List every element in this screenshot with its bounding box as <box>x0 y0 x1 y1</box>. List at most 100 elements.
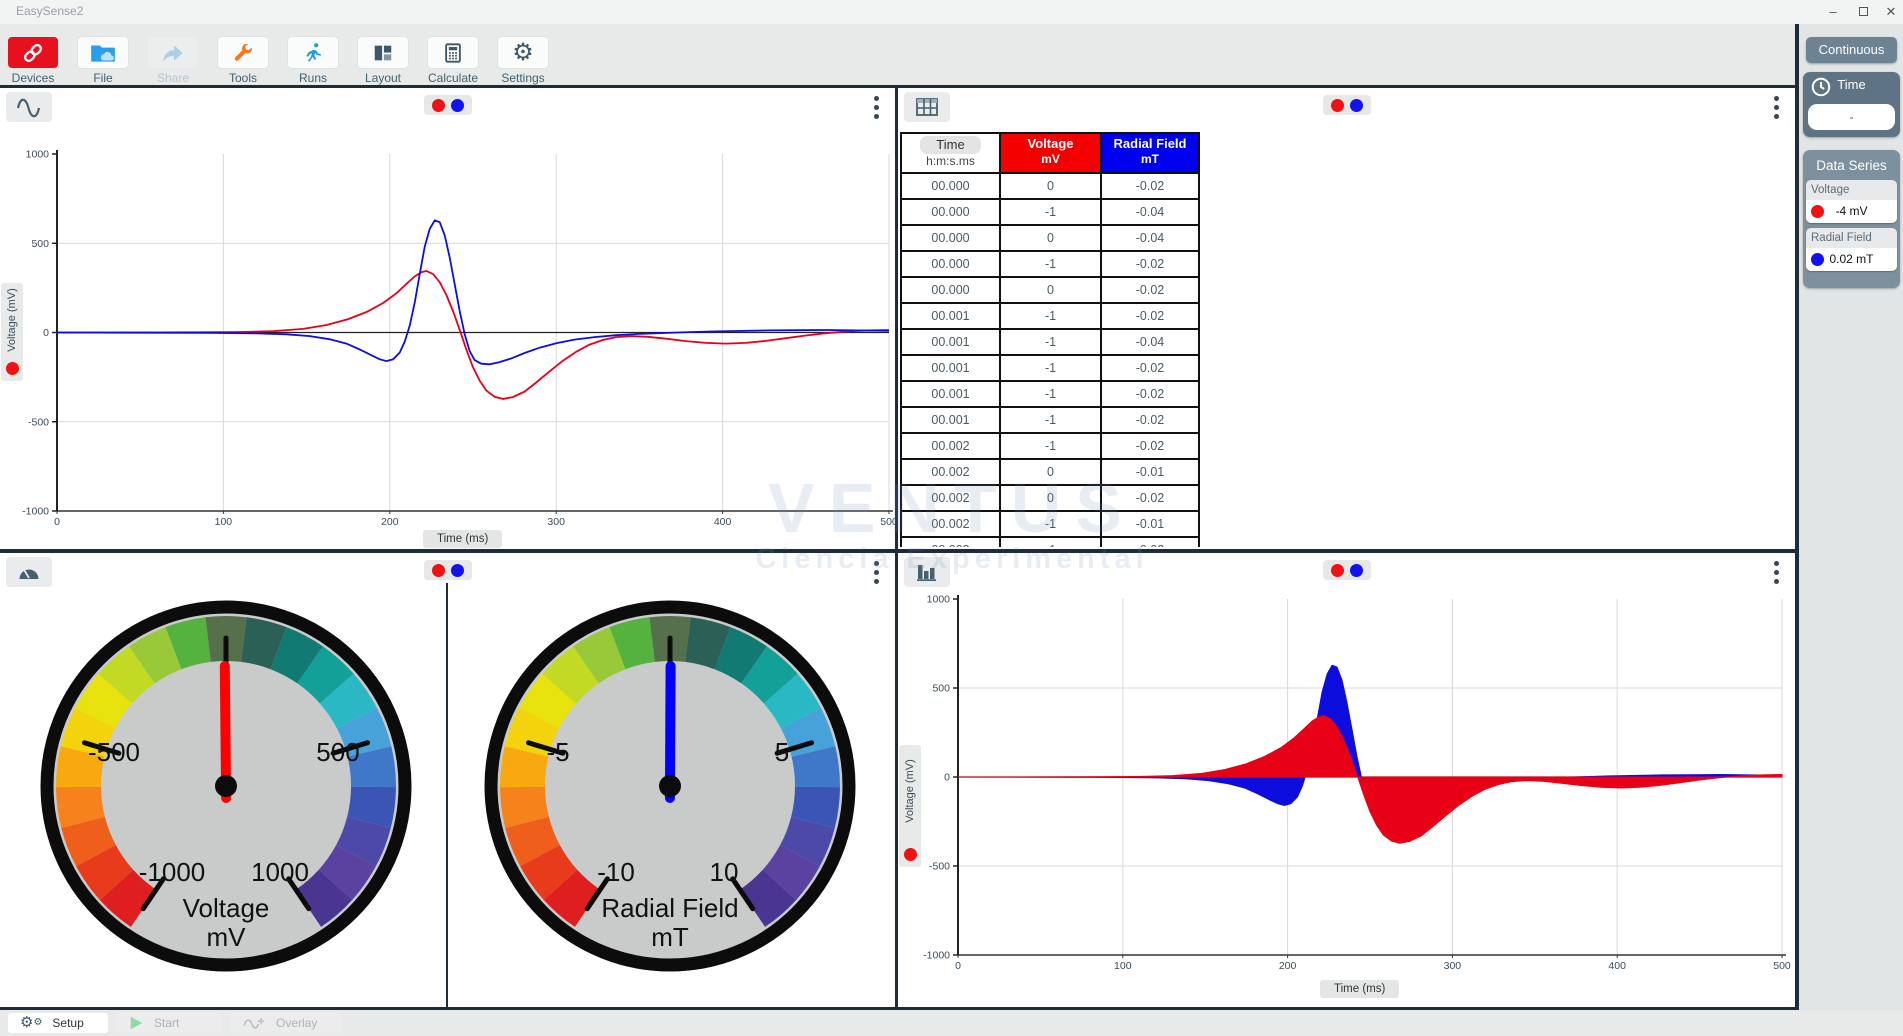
runner-icon <box>288 37 338 68</box>
runs-button[interactable]: Runs <box>278 37 348 85</box>
minimize-button[interactable]: – <box>1818 0 1848 24</box>
graph-type-button[interactable] <box>6 92 52 122</box>
setup-gears-icon: ⚙⚙ <box>20 1014 42 1032</box>
table-cell: -0.02 <box>1102 382 1198 408</box>
setup-button[interactable]: ⚙⚙ Setup <box>8 1013 108 1033</box>
bar-chart-icon <box>914 561 940 583</box>
panel-menu-button[interactable] <box>1771 96 1781 119</box>
gauge-type-button[interactable] <box>6 557 52 587</box>
table-column-voltage-header[interactable]: VoltagemV <box>1001 134 1102 174</box>
radial-field-series-dot-icon <box>1350 564 1363 577</box>
data-series-item-radial-field[interactable]: Radial Field 0.02 mT <box>1806 228 1897 271</box>
voltage-series-dot-icon <box>432 99 445 112</box>
table-cell: -0.04 <box>1102 330 1198 356</box>
start-button[interactable]: Start <box>116 1013 222 1033</box>
x-axis-title: Time (ms) <box>1320 980 1399 998</box>
table-row: 00.001-1-0.04 <box>902 330 1198 356</box>
sidebar: Continuous Time - Data Series Voltage -4… <box>1799 24 1903 1010</box>
svg-text:-500: -500 <box>88 737 140 767</box>
maximize-button[interactable] <box>1848 0 1878 24</box>
close-button[interactable]: ✕ <box>1876 0 1903 24</box>
table-cell: -1 <box>1001 382 1102 408</box>
continuous-mode-button[interactable]: Continuous <box>1806 37 1897 63</box>
table-row: 00.003-1-0.02 <box>902 538 1198 547</box>
panel-menu-button[interactable] <box>871 561 881 584</box>
data-series-item-voltage[interactable]: Voltage -4 mV <box>1806 180 1897 223</box>
radial-field-series-dot-icon <box>451 99 464 112</box>
table-cell: -0.02 <box>1102 278 1198 304</box>
share-arrow-icon <box>148 37 198 68</box>
radial-field-series-dot-icon <box>451 564 464 577</box>
svg-text:500: 500 <box>1773 960 1791 972</box>
tools-button[interactable]: Tools <box>208 37 278 85</box>
play-icon <box>128 1015 144 1031</box>
table-column-radial-field-header[interactable]: Radial FieldmT <box>1102 134 1198 174</box>
svg-text:400: 400 <box>1608 960 1626 972</box>
series-line-radial-field <box>57 220 889 364</box>
table-cell: 00.001 <box>902 330 1001 356</box>
share-button[interactable]: Share <box>138 37 208 85</box>
table-cell: -0.01 <box>1102 512 1198 538</box>
panel-menu-button[interactable] <box>871 96 881 119</box>
titlebar: EasySense2 – ✕ <box>0 0 1903 24</box>
table-cell: 00.002 <box>902 486 1001 512</box>
table-cell: 00.003 <box>902 538 1001 547</box>
radial-field-value: 0.02 mT <box>1829 252 1873 266</box>
table-row: 00.002-1-0.02 <box>902 434 1198 460</box>
table-type-button[interactable] <box>904 92 950 122</box>
svg-text:300: 300 <box>547 516 565 528</box>
toolbar: DevicesFileShareToolsRunsLayoutCalculate… <box>0 24 1795 85</box>
voltage-series-dot-icon <box>1331 99 1344 112</box>
folder-cloud-icon <box>78 37 128 68</box>
svg-text:10: 10 <box>710 857 739 887</box>
table-row: 00.0020-0.02 <box>902 486 1198 512</box>
svg-text:500: 500 <box>880 516 895 528</box>
series-visibility-button[interactable] <box>424 95 472 115</box>
svg-text:-10: -10 <box>597 857 635 887</box>
table-cell: -1 <box>1001 512 1102 538</box>
table-column-time-header[interactable]: Timeh:m:s.ms <box>902 134 1001 174</box>
file-button[interactable]: File <box>68 37 138 85</box>
table-cell: 0 <box>1001 460 1102 486</box>
table-cell: -0.01 <box>1102 460 1198 486</box>
file-label: File <box>68 71 138 85</box>
table-cell: -0.02 <box>1102 408 1198 434</box>
calculate-label: Calculate <box>418 71 488 85</box>
series-visibility-button[interactable] <box>1323 95 1371 115</box>
x-axis-title: Time (ms) <box>423 530 502 548</box>
devices-button[interactable]: Devices <box>0 37 68 85</box>
table-row: 00.000-1-0.04 <box>902 200 1198 226</box>
series-visibility-button[interactable] <box>1323 560 1371 580</box>
calculate-button[interactable]: Calculate <box>418 37 488 85</box>
svg-text:100: 100 <box>1114 960 1132 972</box>
table-cell: 0 <box>1001 486 1102 512</box>
table-cell: 00.000 <box>902 226 1001 252</box>
series-area-voltage <box>958 716 1782 844</box>
settings-button[interactable]: ⚙Settings <box>488 37 558 85</box>
time-card-label: Time <box>1803 77 1900 92</box>
layout-button[interactable]: Layout <box>348 37 418 85</box>
svg-text:-500: -500 <box>929 861 950 873</box>
svg-text:0: 0 <box>54 516 60 528</box>
bar-graph-type-button[interactable] <box>904 557 950 587</box>
svg-text:400: 400 <box>714 516 732 528</box>
radial-field-dot-icon <box>1811 253 1824 266</box>
voltage-series-dot-icon <box>1331 564 1344 577</box>
line-graph-plot-area[interactable]: 10005000-500-10000100200300400500 <box>0 88 895 549</box>
svg-text:200: 200 <box>1279 960 1297 972</box>
link-icon <box>8 37 58 68</box>
runs-label: Runs <box>278 71 348 85</box>
panel-menu-button[interactable] <box>1771 561 1781 584</box>
area-graph-plot-area[interactable]: 10005000-500-10000100200300400500 <box>898 553 1795 1007</box>
tools-label: Tools <box>208 71 278 85</box>
series-visibility-button[interactable] <box>424 560 472 580</box>
svg-text:-1000: -1000 <box>139 857 206 887</box>
svg-text:Voltage: Voltage <box>183 893 270 923</box>
table-cell: -1 <box>1001 538 1102 547</box>
overlay-button[interactable]: Overlay <box>230 1013 342 1033</box>
calculator-icon <box>428 37 478 68</box>
radial-field-series-dot-icon <box>1350 99 1363 112</box>
time-value: - <box>1808 104 1895 130</box>
gauge-radial-field: -55-1010Radial FieldmT <box>491 607 849 965</box>
table-row: 00.002-1-0.01 <box>902 512 1198 538</box>
